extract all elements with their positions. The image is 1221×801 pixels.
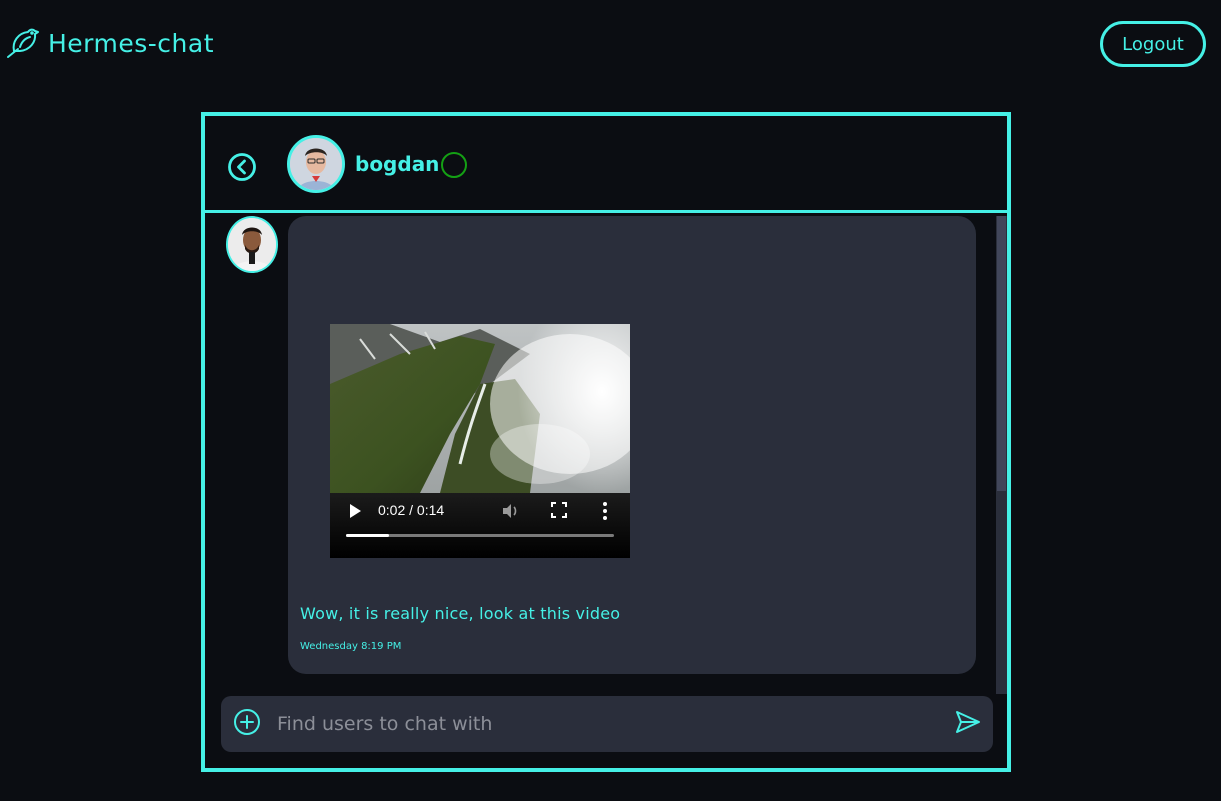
add-attachment-icon[interactable] <box>233 708 261 736</box>
volume-icon[interactable] <box>500 501 520 521</box>
peer-avatar-image <box>290 138 342 190</box>
message-bubble: 0:02 / 0:14 Wow, it is really nice, look… <box>288 216 976 674</box>
chat-header: bogdan <box>205 116 1007 213</box>
scrollbar[interactable] <box>996 216 1007 694</box>
message-text: Wow, it is really nice, look at this vid… <box>300 604 621 623</box>
video-progress-bar[interactable] <box>346 534 614 537</box>
app-title: Hermes-chat <box>48 28 215 58</box>
chat-window: bogdan 0:02 / 0:14 Wow, it is really nic… <box>201 112 1011 772</box>
message-composer <box>221 696 993 752</box>
online-status-indicator <box>441 152 467 178</box>
fullscreen-icon[interactable] <box>551 502 567 518</box>
video-player[interactable]: 0:02 / 0:14 <box>330 324 630 558</box>
brand[interactable]: Hermes-chat <box>6 26 214 60</box>
send-icon[interactable] <box>955 709 981 735</box>
scrollbar-thumb[interactable] <box>997 216 1006 491</box>
video-thumbnail <box>330 324 630 493</box>
back-arrow-icon[interactable] <box>227 152 257 182</box>
message-input[interactable] <box>277 704 937 744</box>
top-bar: Hermes-chat Logout <box>0 0 1221 90</box>
video-time: 0:02 / 0:14 <box>378 502 445 518</box>
peer-avatar[interactable] <box>287 135 345 193</box>
bird-icon <box>7 28 39 58</box>
video-progress-fill <box>346 534 389 537</box>
peer-name: bogdan <box>355 152 440 176</box>
sender-avatar[interactable] <box>226 216 278 273</box>
message-timestamp: Wednesday 8:19 PM <box>300 641 402 652</box>
video-controls: 0:02 / 0:14 <box>330 493 630 558</box>
message-list: 0:02 / 0:14 Wow, it is really nice, look… <box>205 216 1007 694</box>
play-icon[interactable] <box>348 503 362 519</box>
logout-button[interactable]: Logout <box>1100 21 1206 67</box>
sender-avatar-image <box>228 218 276 271</box>
more-options-icon[interactable] <box>600 501 610 521</box>
